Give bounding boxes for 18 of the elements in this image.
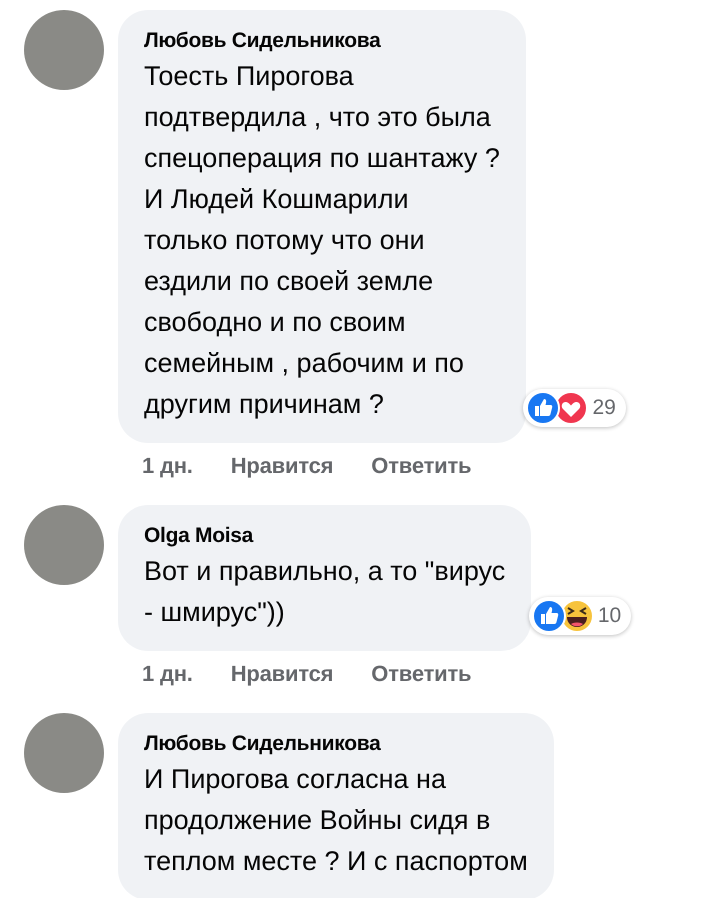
comment-text: Вот и правильно, а то "вирус - шмирус")) <box>144 555 506 629</box>
thumbs-up-icon <box>526 391 560 425</box>
comment-time[interactable]: 1 дн. <box>142 661 193 687</box>
comment-text: И Пирогова согласна на продолжение Войны сидя в теплом месте ? И с паспортом <box>144 763 528 878</box>
reactions-badge[interactable]: 10 <box>528 597 632 635</box>
reactions-badge[interactable]: 29 <box>523 389 626 427</box>
thumbs-up-icon <box>532 599 566 633</box>
reply-link[interactable]: Ответить <box>371 661 472 687</box>
reaction-count: 29 <box>592 396 616 420</box>
author-name[interactable]: Olga Moisa <box>144 523 506 549</box>
author-name[interactable]: Любовь Сидельникова <box>144 28 500 54</box>
comment-time[interactable]: 1 дн. <box>142 453 193 479</box>
reaction-count: 10 <box>598 604 622 628</box>
author-name[interactable]: Любовь Сидельникова <box>144 731 528 757</box>
comment-text: Тоесть Пирогова подтвердила , что это была спецоперация по шантажу ? И Людей Кошмарили только потому что они ездили по своей земле свободно и по своим семейным , рабочим и по другим причинам ? <box>144 60 500 421</box>
like-link[interactable]: Нравится <box>230 661 334 687</box>
reply-link[interactable]: Ответить <box>371 453 472 479</box>
like-link[interactable]: Нравится <box>230 453 334 479</box>
